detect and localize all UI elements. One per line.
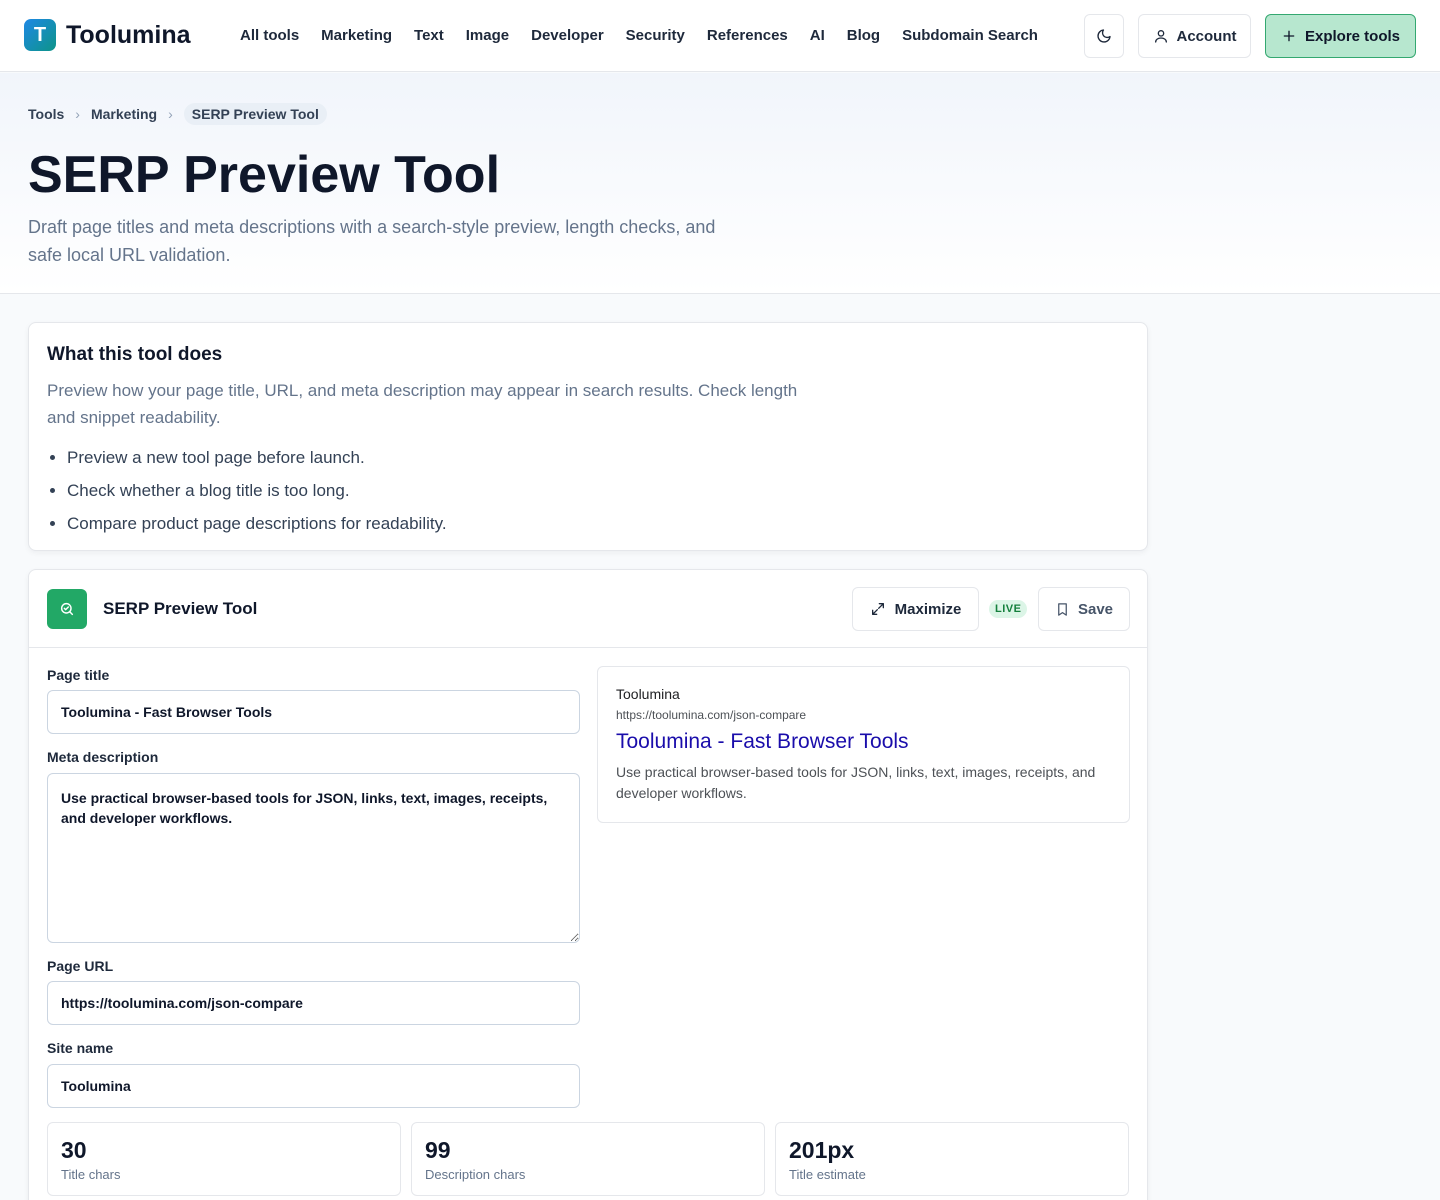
page-url-input[interactable] [47,981,580,1025]
site-name-label: Site name [47,1040,114,1056]
nav-blog[interactable]: Blog [847,26,880,46]
breadcrumb-current: SERP Preview Tool [183,103,327,125]
nav-marketing[interactable]: Marketing [321,26,392,46]
stat-title-estimate: 201px Title estimate [775,1122,1129,1196]
stat-value: 201px [789,1137,855,1163]
live-badge: LIVE [989,600,1028,618]
page-title: SERP Preview Tool [28,146,501,204]
nav-developer[interactable]: Developer [531,26,604,46]
stat-value: 99 [425,1137,451,1163]
explore-label: Explore tools [1304,27,1401,45]
stat-label: Description chars [425,1167,526,1182]
save-button[interactable]: Save [1038,587,1130,631]
breadcrumb-tools[interactable]: Tools [28,106,64,122]
breadcrumb: Tools › Marketing › SERP Preview Tool [28,103,327,125]
theme-toggle-button[interactable] [1084,14,1124,58]
list-item: Compare product page descriptions for re… [67,507,447,540]
nav-subdomain-search[interactable]: Subdomain Search [902,26,1038,46]
tool-header: SERP Preview Tool Maximize LIVE Save [29,570,1147,648]
search-check-icon [47,589,87,629]
stat-label: Title chars [61,1167,121,1182]
stat-description-chars: 99 Description chars [411,1122,765,1196]
about-card: What this tool does Preview how your pag… [28,322,1148,551]
main-nav: All tools Marketing Text Image Developer… [240,26,1038,46]
moon-icon [1097,29,1111,43]
about-bullets: Preview a new tool page before launch. C… [67,441,447,540]
account-label: Account [1176,27,1237,45]
explore-tools-button[interactable]: Explore tools [1265,14,1416,58]
list-item: Check whether a blog title is too long. [67,474,447,507]
nav-ai[interactable]: AI [810,26,825,46]
nav-security[interactable]: Security [626,26,685,46]
meta-description-label: Meta description [47,749,159,765]
stat-label: Title estimate [789,1167,866,1182]
hero-section: Tools › Marketing › SERP Preview Tool SE… [0,73,1440,294]
brand-name[interactable]: Toolumina [66,20,191,50]
expand-icon [871,603,884,615]
stat-title-chars: 30 Title chars [47,1122,401,1196]
preview-url: https://toolumina.com/json-compare [616,708,807,722]
preview-description: Use practical browser-based tools for JS… [616,764,1096,801]
preview-site-name: Toolumina [616,686,680,702]
maximize-button[interactable]: Maximize [852,587,979,631]
stat-value: 30 [61,1137,87,1163]
user-icon [1154,30,1167,43]
chevron-right-icon: › [168,106,173,122]
save-label: Save [1077,600,1114,618]
chevron-right-icon: › [75,106,80,122]
bookmark-icon [1058,602,1067,616]
page-title-label: Page title [47,667,110,683]
page-subtitle: Draft page titles and meta descriptions … [28,217,716,265]
tool-title: SERP Preview Tool [103,599,258,618]
tool-card: SERP Preview Tool Maximize LIVE Save Pag… [28,569,1148,1200]
about-description: Preview how your page title, URL, and me… [47,381,798,427]
logo-icon[interactable]: T [24,19,56,51]
nav-all-tools[interactable]: All tools [240,26,299,46]
account-button[interactable]: Account [1138,14,1251,58]
meta-description-input[interactable]: Use practical browser-based tools for JS… [47,773,580,943]
maximize-label: Maximize [894,600,962,618]
plus-icon [1283,30,1295,42]
nav-image[interactable]: Image [466,26,509,46]
nav-text[interactable]: Text [414,26,444,46]
page-url-label: Page URL [47,958,114,974]
serp-preview: Toolumina https://toolumina.com/json-com… [597,666,1130,823]
site-name-input[interactable] [47,1064,580,1108]
preview-title-link[interactable]: Toolumina - Fast Browser Tools [616,728,909,756]
about-heading: What this tool does [47,344,223,365]
breadcrumb-marketing[interactable]: Marketing [91,106,157,122]
list-item: Preview a new tool page before launch. [67,441,447,474]
page-title-input[interactable] [47,690,580,734]
nav-references[interactable]: References [707,26,788,46]
top-navigation-bar: T Toolumina All tools Marketing Text Ima… [0,0,1440,72]
